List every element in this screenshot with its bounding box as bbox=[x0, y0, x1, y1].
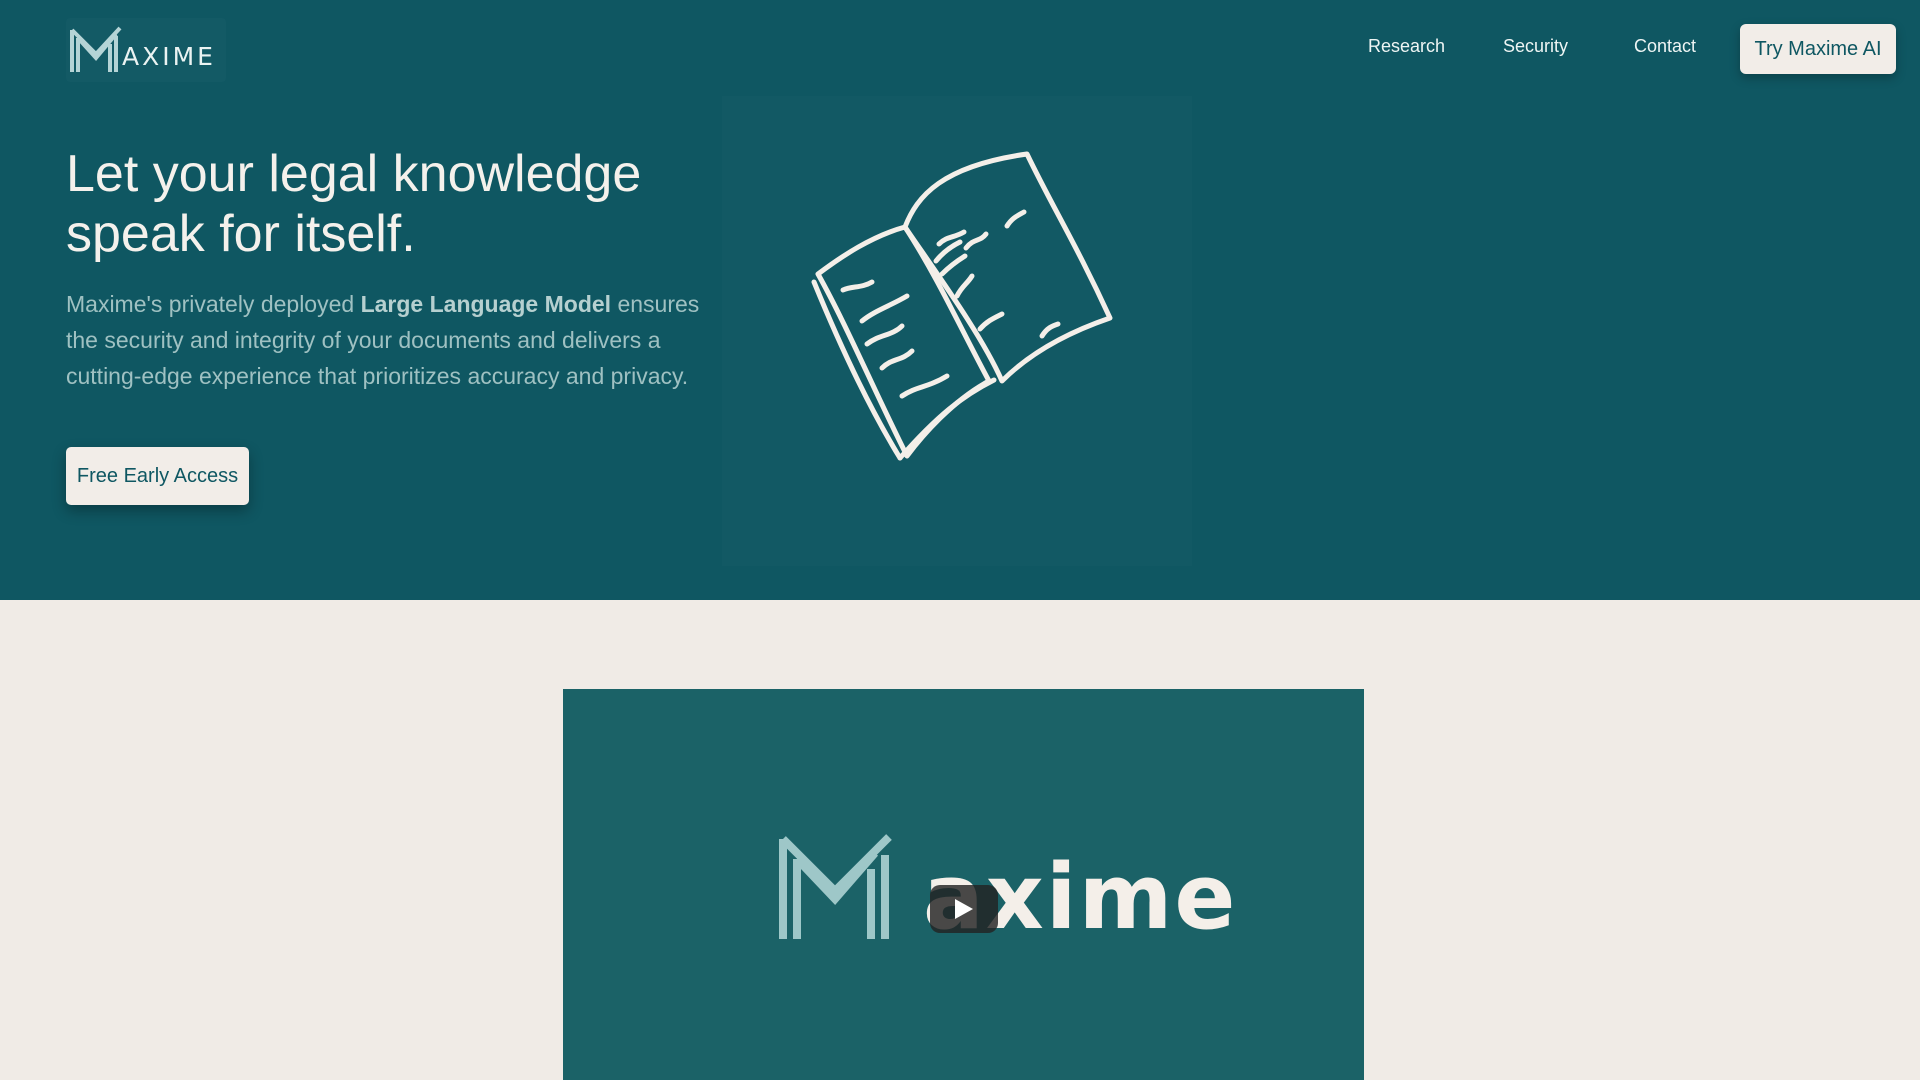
play-button[interactable] bbox=[930, 885, 998, 933]
nav-security[interactable]: Security bbox=[1503, 36, 1568, 57]
hero-description: Maxime's privately deployed Large Langua… bbox=[66, 286, 716, 394]
nav-contact[interactable]: Contact bbox=[1634, 36, 1696, 57]
open-book-icon bbox=[811, 151, 1113, 461]
video-player[interactable]: axime bbox=[563, 689, 1364, 1080]
try-maxime-button[interactable]: Try Maxime AI bbox=[1740, 24, 1896, 74]
free-early-access-button[interactable]: Free Early Access bbox=[66, 447, 249, 505]
site-logo[interactable]: AXIME bbox=[66, 18, 226, 82]
hero-section: AXIME Research Security Contact Try Maxi… bbox=[0, 0, 1920, 600]
hero-description-start: Maxime's privately deployed bbox=[66, 291, 361, 317]
nav-research[interactable]: Research bbox=[1368, 36, 1445, 57]
play-icon bbox=[955, 899, 973, 919]
video-logo-m-icon bbox=[779, 834, 892, 939]
hero-description-highlight: Large Language Model bbox=[360, 291, 612, 317]
video-logo: axime bbox=[773, 833, 1237, 943]
hero-headline: Let your legal knowledge speak for itsel… bbox=[66, 145, 642, 263]
logo-wordmark: AXIME bbox=[122, 41, 216, 71]
logo-m-icon bbox=[70, 26, 122, 72]
hero-illustration bbox=[722, 96, 1192, 566]
